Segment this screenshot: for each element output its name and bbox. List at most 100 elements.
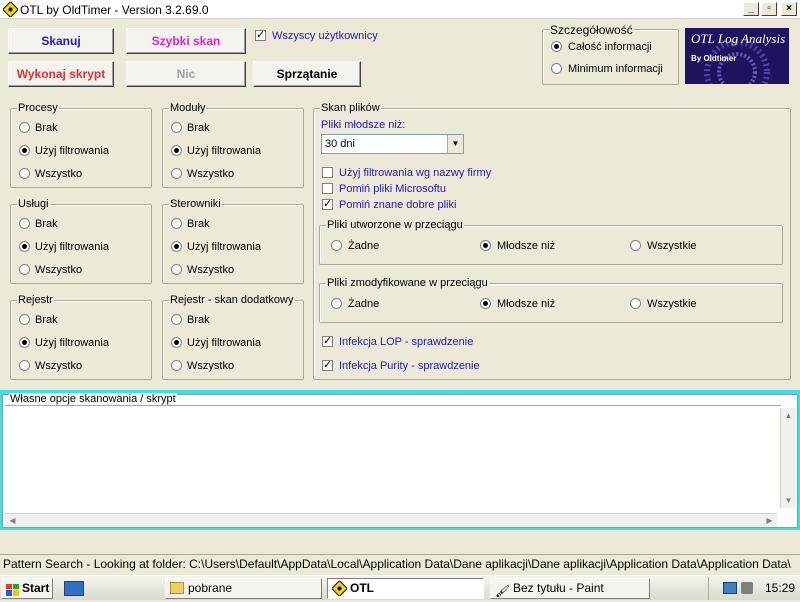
group-services-title: Usługi [17, 198, 50, 210]
start-button[interactable]: Start [1, 578, 53, 599]
scroll-left-icon[interactable]: ◀ [5, 514, 20, 527]
detail-title: Szczegółowość [549, 23, 634, 37]
restore-button[interactable]: ▫ [761, 2, 777, 16]
modified-none-radio[interactable] [331, 298, 342, 309]
modules-filter-radio[interactable] [171, 145, 182, 156]
group-modules-title: Moduły [169, 102, 207, 114]
status-text: Pattern Search - Looking at folder: C:\U… [3, 557, 791, 571]
status-bar: Pattern Search - Looking at folder: C:\U… [0, 554, 800, 574]
registry-filter-radio[interactable] [19, 337, 30, 348]
modules-all-label: Wszystko [187, 168, 235, 180]
cleanup-button[interactable]: Sprzątanie [253, 61, 361, 87]
detail-group: Szczegółowość Całość informacji Minimum … [542, 23, 679, 85]
task-pobrane[interactable]: pobrane [165, 578, 322, 599]
services-all-radio[interactable] [19, 264, 30, 275]
all-users-checkbox[interactable]: ✓ [255, 30, 266, 41]
services-filter-radio[interactable] [19, 241, 30, 252]
paint-brush-icon: 🖌 [495, 584, 511, 598]
detail-full-label: Całość informacji [568, 41, 652, 53]
show-desktop-icon[interactable] [64, 581, 84, 596]
scroll-right-icon[interactable]: ▶ [762, 514, 777, 527]
quick-scan-button[interactable]: Szybki skan [126, 28, 246, 54]
drivers-filter-radio[interactable] [171, 241, 182, 252]
start-label: Start [22, 581, 50, 595]
processes-filter-radio[interactable] [19, 145, 30, 156]
none-button[interactable]: Nic [126, 61, 246, 87]
registry-all-radio[interactable] [19, 360, 30, 371]
task-otl[interactable]: OTL [327, 578, 484, 599]
processes-all-label: Wszystko [35, 168, 83, 180]
group-drivers: Sterowniki Brak Użyj filtrowania Wszystk… [162, 198, 304, 284]
task-paint[interactable]: 🖌 Bez tytułu - Paint [490, 578, 650, 599]
task-paint-label: Bez tytułu - Paint [513, 581, 604, 595]
otl-task-icon [332, 581, 347, 596]
created-all-radio[interactable] [630, 240, 641, 251]
registry-none-radio[interactable] [19, 314, 30, 325]
registry-filter-label: Użyj filtrowania [35, 337, 109, 349]
services-none-label: Brak [35, 218, 58, 230]
clock[interactable]: 15:29 [765, 581, 795, 595]
chevron-down-icon[interactable]: ▼ [447, 135, 463, 153]
logo-title: OTL Log Analysis [691, 31, 786, 46]
drivers-filter-label: Użyj filtrowania [187, 241, 261, 253]
detail-full-radio[interactable] [551, 41, 562, 52]
group-modules: Moduły Brak Użyj filtrowania Wszystko [162, 102, 304, 188]
drivers-all-radio[interactable] [171, 264, 182, 275]
processes-none-label: Brak [35, 122, 58, 134]
close-button[interactable]: × [781, 2, 797, 16]
modified-younger-radio[interactable] [480, 298, 491, 309]
created-younger-radio[interactable] [480, 240, 491, 251]
younger-than-value: 30 dni [325, 138, 355, 150]
scan-button[interactable]: Skanuj [8, 28, 114, 54]
registry-extra-none-radio[interactable] [171, 314, 182, 325]
custom-options-title: Własne opcje skanowania / skrypt [9, 393, 177, 405]
folder-icon [170, 582, 184, 594]
created-none-radio[interactable] [331, 240, 342, 251]
registry-extra-all-radio[interactable] [171, 360, 182, 371]
registry-extra-filter-radio[interactable] [171, 337, 182, 348]
modified-none-label: Żadne [348, 298, 380, 310]
drivers-none-radio[interactable] [171, 218, 182, 229]
modules-all-radio[interactable] [171, 168, 182, 179]
task-otl-label: OTL [350, 581, 374, 595]
younger-than-label: Pliki młodsze niż: [321, 119, 406, 131]
horizontal-scrollbar[interactable]: ◀ ▶ [5, 513, 777, 527]
minimize-button[interactable]: _ [743, 2, 759, 16]
processes-none-radio[interactable] [19, 122, 30, 133]
taskbar: Start pobrane OTL 🖌 Bez tytułu - Paint 1… [0, 575, 800, 600]
windows-logo-icon [6, 583, 19, 596]
modules-none-radio[interactable] [171, 122, 182, 133]
registry-extra-all-label: Wszystko [187, 360, 235, 372]
processes-filter-label: Użyj filtrowania [35, 145, 109, 157]
group-registry-title: Rejestr [17, 294, 54, 306]
group-file-scan: Skan plików Pliki młodsze niż: 30 dni ▼ … [313, 102, 791, 380]
group-registry-extra: Rejestr - skan dodatkowy Brak Użyj filtr… [162, 294, 304, 380]
modified-all-radio[interactable] [630, 298, 641, 309]
custom-options-divider [5, 405, 781, 406]
detail-minimum-radio[interactable] [551, 63, 562, 74]
services-none-radio[interactable] [19, 218, 30, 229]
lop-checkbox[interactable]: ✓ [322, 336, 333, 347]
custom-options-text[interactable] [7, 409, 777, 509]
modified-title: Pliki zmodyfikowane w przeciągu [326, 277, 489, 289]
volume-muted-icon[interactable] [741, 582, 753, 594]
lop-label: Infekcja LOP - sprawdzenie [339, 336, 474, 348]
vertical-scrollbar[interactable]: ▲ ▼ [780, 408, 796, 508]
custom-options-memo[interactable]: Własne opcje skanowania / skrypt ▲ ▼ ◀ ▶ [2, 393, 798, 528]
scroll-down-icon[interactable]: ▼ [781, 493, 796, 508]
purity-checkbox[interactable]: ✓ [322, 360, 333, 371]
skip-ms-checkbox[interactable] [322, 183, 333, 194]
filter-company-checkbox[interactable] [322, 167, 333, 178]
logo-subtitle: By Oldtimer [691, 54, 737, 63]
modules-none-label: Brak [187, 122, 210, 134]
title-bar[interactable]: OTL by OldTimer - Version 3.2.69.0 _ ▫ × [0, 0, 800, 19]
group-drivers-title: Sterowniki [169, 198, 222, 210]
skip-good-checkbox[interactable]: ✓ [322, 199, 333, 210]
created-younger-label: Młodsze niż [497, 240, 556, 252]
scroll-up-icon[interactable]: ▲ [781, 408, 796, 423]
processes-all-radio[interactable] [19, 168, 30, 179]
younger-than-select[interactable]: 30 dni ▼ [321, 134, 464, 154]
run-script-button[interactable]: Wykonaj skrypt [8, 61, 114, 87]
system-tray: 15:29 [708, 577, 800, 600]
network-icon[interactable] [723, 582, 737, 594]
